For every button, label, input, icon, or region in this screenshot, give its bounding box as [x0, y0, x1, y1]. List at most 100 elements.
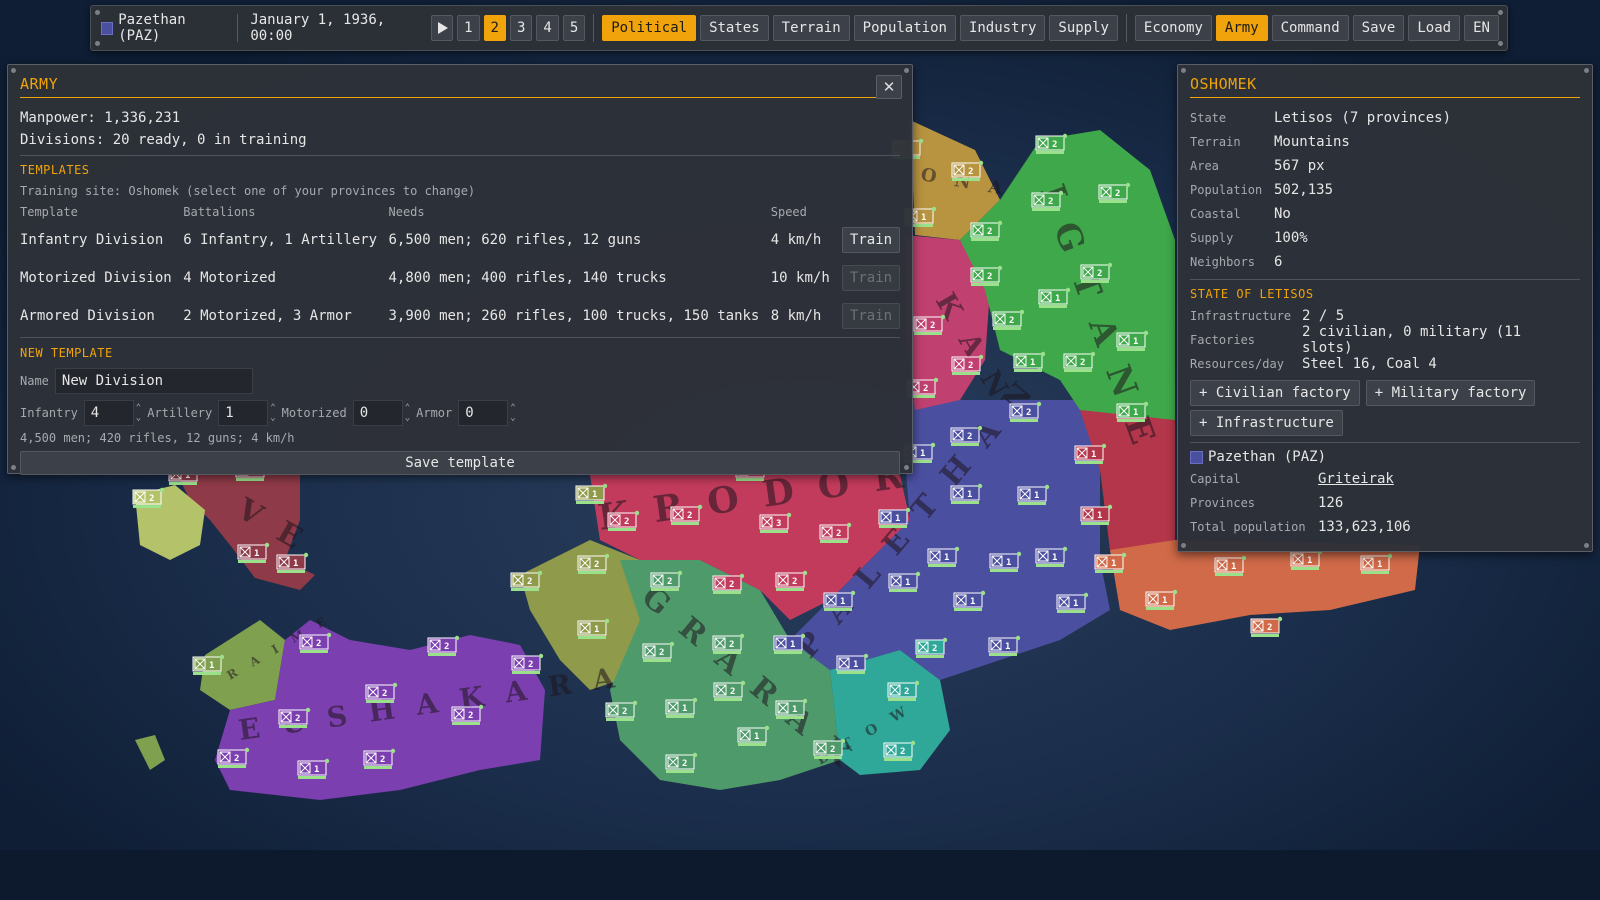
unit-count: 1	[1231, 562, 1236, 572]
speed-3-button[interactable]: 3	[509, 15, 533, 41]
unit-strength-bar	[452, 722, 480, 725]
unit-strength-bar	[1064, 369, 1092, 372]
unit-strength-bar	[776, 716, 804, 719]
infantry-stepper[interactable]: ⌃⌄	[83, 400, 141, 426]
unit-status-dot	[977, 483, 983, 489]
unit-strength-bar	[193, 672, 221, 675]
unit-count: 1	[1073, 599, 1078, 609]
table-row: Armored Division 2 Motorized, 3 Armor 3,…	[20, 297, 900, 335]
menu-economy-button[interactable]: Economy	[1134, 15, 1212, 41]
speed-5-button[interactable]: 5	[562, 15, 586, 41]
mapmode-supply-button[interactable]: Supply	[1049, 15, 1118, 41]
save-button[interactable]: Save	[1352, 15, 1405, 41]
unit-strength-bar	[576, 501, 604, 504]
chevron-up-icon[interactable]: ⌃	[136, 403, 141, 413]
unit-strength-bar	[236, 478, 264, 481]
province-neighbors-row: Neighbors 6	[1190, 250, 1580, 274]
speed-2-button[interactable]: 2	[483, 15, 506, 41]
infantry-input[interactable]	[83, 400, 134, 426]
unit-status-dot	[632, 700, 638, 706]
mapmode-industry-button[interactable]: Industry	[959, 15, 1046, 41]
unit-status-dot	[219, 654, 225, 660]
nation-indicator[interactable]: Pazethan (PAZ)	[99, 12, 229, 44]
load-button[interactable]: Load	[1408, 15, 1461, 41]
value: Steel 16, Coal 4	[1302, 356, 1437, 372]
unit-status-dot	[1387, 553, 1393, 559]
train-motorized-button[interactable]: Train	[842, 265, 900, 291]
chevron-down-icon[interactable]: ⌄	[510, 413, 515, 423]
chevron-up-icon[interactable]: ⌃	[405, 403, 410, 413]
motorized-input[interactable]	[352, 400, 403, 426]
unit-status-dot	[478, 704, 484, 710]
unit-count: 1	[921, 213, 926, 223]
template-speed: 10 km/h	[770, 270, 830, 286]
value: 502,135	[1274, 182, 1334, 198]
unit-status-dot	[1058, 190, 1064, 196]
template-name-input[interactable]	[54, 368, 253, 394]
train-armored-button[interactable]: Train	[842, 303, 900, 329]
chevron-down-icon[interactable]: ⌄	[136, 413, 141, 423]
chevron-down-icon[interactable]: ⌄	[270, 413, 275, 423]
unit-count: 2	[968, 167, 973, 177]
menu-command-button[interactable]: Command	[1271, 15, 1349, 41]
unit-strength-bar	[608, 528, 636, 531]
unit-status-dot	[800, 633, 806, 639]
unit-count: 2	[932, 644, 937, 654]
unit-status-dot	[918, 138, 924, 144]
value: 2 civilian, 0 military (11 slots)	[1301, 324, 1522, 356]
chevron-up-icon[interactable]: ⌃	[510, 403, 515, 413]
unit-status-dot	[978, 160, 984, 166]
unit-status-dot	[802, 698, 808, 704]
unit-strength-bar	[364, 766, 392, 769]
armor-input[interactable]	[458, 400, 509, 426]
add-civilian-factory-button[interactable]: + Civilian factory	[1190, 380, 1360, 406]
mapmode-terrain-button[interactable]: Terrain	[772, 15, 850, 41]
play-button[interactable]	[430, 15, 454, 41]
mapmode-states-button[interactable]: States	[700, 15, 769, 41]
label: Factories	[1190, 333, 1256, 347]
add-infrastructure-button[interactable]: + Infrastructure	[1190, 410, 1343, 436]
chevron-up-icon[interactable]: ⌃	[270, 403, 275, 413]
unit-strength-bar	[1117, 348, 1145, 351]
unit-count: 2	[792, 577, 797, 587]
speed-1-button[interactable]: 1	[457, 15, 480, 41]
language-button[interactable]: EN	[1464, 15, 1499, 41]
train-infantry-button[interactable]: Train	[842, 227, 900, 253]
mapmode-political-button[interactable]: Political	[602, 15, 697, 41]
unit-strength-bar	[1036, 151, 1064, 154]
capital-link[interactable]: Griteirak	[1318, 471, 1394, 487]
unit-count: 2	[380, 755, 385, 765]
unit-strength-bar	[952, 372, 980, 375]
unit-status-dot	[850, 590, 856, 596]
label: Area	[1190, 159, 1219, 173]
unit-status-dot	[697, 504, 703, 510]
artillery-input[interactable]	[218, 400, 269, 426]
mapmode-population-button[interactable]: Population	[853, 15, 956, 41]
divisions-stat: Divisions: 20 ready, 0 in training	[20, 132, 307, 148]
unit-strength-bar	[1095, 570, 1123, 573]
training-site-note: Training site: Oshomek (select one of yo…	[20, 184, 476, 198]
map-edge	[0, 850, 1600, 900]
owner-nation-name: Pazethan (PAZ)	[1208, 449, 1327, 465]
add-military-factory-button[interactable]: + Military factory	[1365, 380, 1536, 406]
menu-army-button[interactable]: Army	[1215, 15, 1268, 41]
unit-strength-bar	[1057, 610, 1085, 613]
unit-strength-bar	[1036, 564, 1064, 567]
chevron-down-icon[interactable]: ⌄	[405, 413, 410, 423]
unit-status-dot	[1172, 589, 1178, 595]
unit-count: 1	[1162, 596, 1167, 606]
close-button[interactable]: ✕	[876, 75, 902, 99]
unit-strength-bar	[169, 482, 197, 485]
save-template-button[interactable]: Save template	[20, 451, 900, 475]
speed-4-button[interactable]: 4	[536, 15, 559, 41]
template-needs: 4,800 men; 400 rifles, 140 trucks	[388, 270, 667, 286]
unit-status-dot	[997, 265, 1003, 271]
motorized-stepper[interactable]: ⌃⌄	[352, 400, 410, 426]
unit-status-dot	[1101, 443, 1107, 449]
armor-stepper[interactable]: ⌃⌄	[458, 400, 516, 426]
artillery-stepper[interactable]: ⌃⌄	[218, 400, 276, 426]
owner-nation[interactable]: Pazethan (PAZ)	[1190, 449, 1580, 465]
unit-count: 2	[682, 759, 687, 769]
state-info: Infrastructure 2 / 5 Factories 2 civilian,…	[1190, 304, 1580, 376]
label: State	[1190, 111, 1227, 125]
